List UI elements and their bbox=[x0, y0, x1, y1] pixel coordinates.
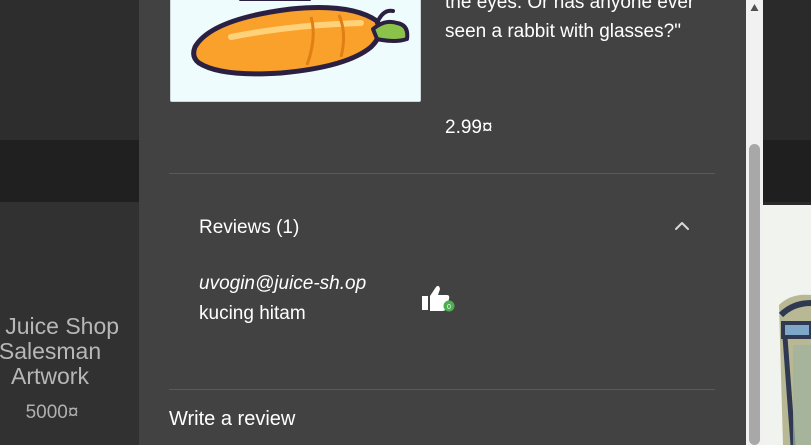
background-band bbox=[0, 0, 139, 140]
like-review-button[interactable]: 0 bbox=[420, 284, 460, 314]
divider bbox=[169, 173, 715, 174]
product-image bbox=[170, 0, 421, 102]
triangle-up-icon[interactable] bbox=[750, 3, 759, 12]
carrot-icon bbox=[171, 0, 420, 101]
write-review-heading: Write a review bbox=[169, 408, 296, 430]
vertical-scrollbar[interactable] bbox=[746, 0, 763, 445]
review-author: uvogin@juice-sh.op bbox=[199, 273, 367, 294]
background-page-right bbox=[763, 0, 811, 445]
background-toolbar-band bbox=[763, 140, 811, 202]
background-product-name: st Juice Shop Salesman Artwork bbox=[0, 313, 120, 389]
reviews-expansion-header[interactable]: Reviews (1) bbox=[199, 217, 699, 243]
chevron-up-icon[interactable] bbox=[671, 219, 693, 233]
product-description: the eyes. Or has anyone ever seen a rabb… bbox=[445, 0, 695, 42]
product-price: 2.99¤ bbox=[445, 117, 493, 138]
background-product-card bbox=[763, 205, 811, 445]
divider bbox=[169, 389, 715, 390]
background-toolbar-band bbox=[0, 140, 139, 202]
thumbs-up-icon: 0 bbox=[422, 285, 455, 312]
svg-text:0: 0 bbox=[447, 304, 451, 311]
juice-cup-icon bbox=[763, 205, 811, 445]
reviews-title: Reviews (1) bbox=[199, 217, 300, 238]
background-product-price: 5000¤ bbox=[25, 402, 79, 423]
background-page-left: st Juice Shop Salesman Artwork 5000¤ bbox=[0, 0, 139, 445]
product-details-dialog: the eyes. Or has anyone ever seen a rabb… bbox=[139, 0, 746, 445]
scrollbar-thumb[interactable] bbox=[749, 144, 760, 445]
review-text: kucing hitam bbox=[199, 303, 306, 324]
